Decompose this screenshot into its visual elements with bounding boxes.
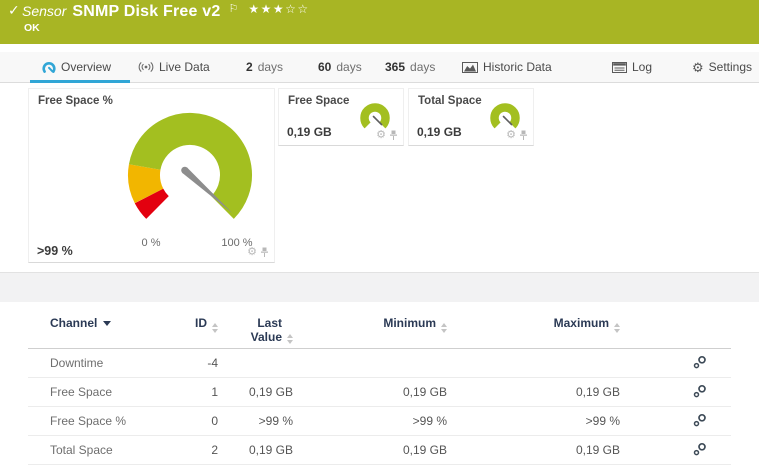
tab-overview[interactable]: Overview xyxy=(42,52,111,82)
status-badge: OK xyxy=(24,22,40,34)
sensor-type-label: Sensor xyxy=(22,3,67,19)
tab-2-days[interactable]: 2 days xyxy=(246,52,283,82)
gauge-title: Total Space xyxy=(418,95,482,107)
column-header-channel[interactable]: Channel xyxy=(28,316,160,348)
live-data-icon xyxy=(138,61,154,73)
tab-historic-data[interactable]: Historic Data xyxy=(462,52,552,82)
table-row-total-space[interactable]: Total Space 2 0,19 GB 0,19 GB 0,19 GB xyxy=(28,436,731,465)
gauge-needle xyxy=(502,115,513,126)
channel-settings-icon[interactable] xyxy=(693,355,707,372)
tab-live-data[interactable]: Live Data xyxy=(138,52,210,82)
gauge-scale-min: 0 % xyxy=(141,237,161,249)
total-space-gauge-panel: Total Space 0,19 GB ⚙ xyxy=(408,88,534,146)
channel-table: Channel ID Last Value Minimum Maximum Do… xyxy=(28,302,731,465)
priority-stars[interactable]: ★★★☆☆ xyxy=(248,2,309,16)
column-header-maximum[interactable]: Maximum xyxy=(447,316,620,348)
column-header-minimum[interactable]: Minimum xyxy=(293,316,447,348)
tab-bar: Overview Live Data 2 days 60 days 365 days … xyxy=(0,52,759,83)
flag-icon[interactable]: ⚐ xyxy=(228,2,238,15)
gauge-title: Free Space xyxy=(288,95,350,107)
tab-365-days[interactable]: 365 days xyxy=(385,52,435,82)
sensor-status-header: ✓ Sensor SNMP Disk Free v2 ⚐ ★★★☆☆ OK xyxy=(0,0,759,44)
gauge-needle xyxy=(372,115,383,126)
column-header-id[interactable]: ID xyxy=(160,316,218,348)
gauge-icon xyxy=(42,61,56,74)
channel-settings-icon[interactable] xyxy=(693,442,707,459)
free-space-percent-gauge xyxy=(128,113,252,219)
free-space-gauge-panel: Free Space 0,19 GB ⚙ xyxy=(278,88,404,146)
tab-60-days[interactable]: 60 days xyxy=(318,52,362,82)
panel-pin-icon[interactable] xyxy=(519,130,528,141)
tab-log[interactable]: Log xyxy=(612,52,652,82)
panel-gear-icon[interactable]: ⚙ xyxy=(247,247,257,258)
panel-gear-icon[interactable]: ⚙ xyxy=(376,130,386,141)
panel-pin-icon[interactable] xyxy=(260,247,269,258)
channel-settings-icon[interactable] xyxy=(693,413,707,430)
overview-gauges-section: Free Space % 0 % 100 % >99 % ⚙ Free Spac… xyxy=(0,83,759,272)
gauge-current-value: 0,19 GB xyxy=(287,125,332,139)
chevron-down-icon xyxy=(103,321,112,326)
gauge-title: Free Space % xyxy=(38,95,113,107)
column-header-last-value[interactable]: Last Value xyxy=(218,316,293,348)
gear-icon: ⚙ xyxy=(692,59,704,75)
prtg-sensor-page: ✓ Sensor SNMP Disk Free v2 ⚐ ★★★☆☆ OK Ov… xyxy=(0,0,759,469)
gauge-current-value: >99 % xyxy=(37,244,73,258)
gauge-current-value: 0,19 GB xyxy=(417,125,462,139)
table-row-free-space[interactable]: Free Space 1 0,19 GB 0,19 GB 0,19 GB xyxy=(28,378,731,407)
table-row-free-space-percent[interactable]: Free Space % 0 >99 % >99 % >99 % xyxy=(28,407,731,436)
panel-pin-icon[interactable] xyxy=(389,130,398,141)
log-icon xyxy=(612,61,627,73)
panel-gear-icon[interactable]: ⚙ xyxy=(506,130,516,141)
free-space-percent-gauge-panel: Free Space % 0 % 100 % >99 % ⚙ xyxy=(28,88,275,263)
sensor-title: SNMP Disk Free v2 xyxy=(72,3,221,20)
channel-table-header: Channel ID Last Value Minimum Maximum xyxy=(28,302,731,349)
tab-settings[interactable]: ⚙ Settings xyxy=(692,52,752,82)
section-divider xyxy=(0,272,759,302)
channel-table-section: Channel ID Last Value Minimum Maximum Do… xyxy=(0,302,759,469)
table-row-downtime[interactable]: Downtime -4 xyxy=(28,349,731,378)
status-check-icon: ✓ xyxy=(8,2,20,18)
historic-data-icon xyxy=(462,61,478,73)
channel-settings-icon[interactable] xyxy=(693,384,707,401)
